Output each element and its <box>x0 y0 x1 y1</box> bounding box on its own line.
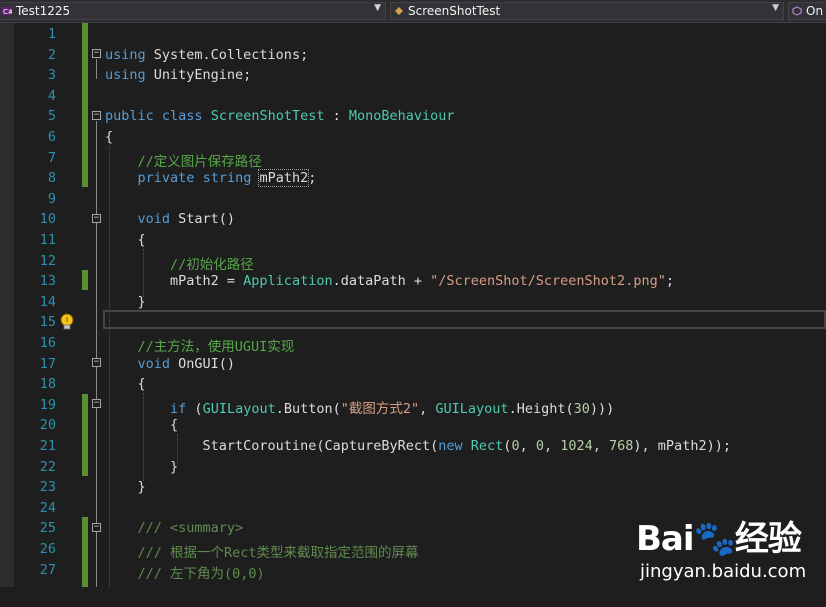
code-line[interactable]: private string mPath2; <box>105 169 316 188</box>
code-line[interactable]: { <box>105 376 146 392</box>
code-line[interactable]: /// 左下角为(0,0) <box>105 562 265 582</box>
line-number: 16 <box>39 335 56 351</box>
lightbulb-icon[interactable] <box>59 313 75 331</box>
line-number: 22 <box>39 458 56 475</box>
change-indicator <box>82 270 88 290</box>
watermark-logo: Bai🐾经验 <box>636 519 802 559</box>
line-number: 12 <box>39 252 56 269</box>
line-number: 14 <box>39 293 56 310</box>
chevron-down-icon: ▼ <box>772 3 779 13</box>
line-number: 9 <box>47 190 56 207</box>
line-number: 1 <box>47 26 56 42</box>
line-number: 21 <box>39 438 56 454</box>
line-number: 5 <box>47 108 56 125</box>
code-line[interactable]: } <box>105 294 146 310</box>
line-number: 7 <box>47 149 56 166</box>
fold-guide <box>96 59 97 79</box>
line-number: 23 <box>39 479 56 496</box>
project-dropdown[interactable]: C# Test1225 ▼ <box>0 2 386 20</box>
collapse-icon[interactable]: − <box>92 111 101 120</box>
code-line[interactable]: //主方法，使用UGUI实现 <box>105 335 295 355</box>
project-name: Test1225 <box>16 4 71 18</box>
line-number: 25 <box>39 520 56 537</box>
change-indicator <box>82 517 88 587</box>
baidu-jingyan-watermark: Bai🐾经验 jingyan.baidu.com <box>634 511 820 607</box>
glyph-margin <box>0 23 14 587</box>
member-dropdown[interactable]: On <box>788 2 826 20</box>
line-number: 20 <box>39 417 56 434</box>
code-line[interactable]: { <box>105 417 178 433</box>
line-number: 2 <box>47 46 56 63</box>
line-number: 6 <box>47 129 56 145</box>
collapse-icon[interactable]: − <box>92 49 101 58</box>
line-number: 11 <box>39 232 56 248</box>
csharp-project-icon: C# <box>2 7 12 16</box>
line-number: 13 <box>39 273 56 290</box>
collapse-icon[interactable]: − <box>92 358 101 367</box>
class-name: ScreenShotTest <box>408 4 501 18</box>
member-name: On <box>806 4 824 18</box>
code-editor[interactable]: 1 2 3 4 5 6 7 8 9 10 11 12 13 14 15 16 17 18 19 20 21 22 23 24 2… <box>0 23 826 587</box>
code-line[interactable]: mPath2 = Application.dataPath + "/Screen… <box>105 273 674 289</box>
collapse-icon[interactable]: − <box>92 523 101 532</box>
line-number: 24 <box>39 499 56 516</box>
code-line[interactable]: { <box>105 232 146 248</box>
class-icon <box>395 7 403 15</box>
line-number: 17 <box>39 355 56 372</box>
code-line[interactable]: /// 根据一个Rect类型来截取指定范围的屏幕 <box>105 541 419 561</box>
line-number: 26 <box>39 541 56 557</box>
collapse-icon[interactable]: − <box>92 399 101 408</box>
line-number: 3 <box>47 67 56 84</box>
line-number: 27 <box>39 561 56 578</box>
line-number: 4 <box>47 87 56 104</box>
code-line[interactable]: StartCoroutine(CaptureByRect(new Rect(0,… <box>105 438 731 454</box>
fold-guide <box>96 409 97 471</box>
code-line[interactable]: public class ScreenShotTest : MonoBehavi… <box>105 108 455 124</box>
chevron-down-icon: ▼ <box>374 3 381 13</box>
code-line[interactable]: if (GUILayout.Button("截图方式2", GUILayout.… <box>105 397 614 417</box>
line-number: 8 <box>47 170 56 187</box>
code-line[interactable]: { <box>105 129 113 145</box>
code-line[interactable]: //定义图片保存路径 <box>105 150 262 170</box>
code-line[interactable]: void Start() <box>105 211 236 227</box>
collapse-icon[interactable]: − <box>92 214 101 223</box>
code-line[interactable]: using System.Collections; <box>105 47 308 63</box>
code-line[interactable]: //初始化路径 <box>105 253 254 273</box>
code-line[interactable]: /// <summary> <box>105 520 244 536</box>
change-indicator <box>82 394 88 476</box>
navigation-bar: C# Test1225 ▼ ScreenShotTest ▼ On <box>0 0 826 23</box>
line-number: 10 <box>39 211 56 228</box>
fold-guide <box>96 224 97 306</box>
current-line-highlight <box>103 310 826 329</box>
code-line[interactable]: void OnGUI() <box>105 356 236 372</box>
line-number: 19 <box>39 396 56 413</box>
method-icon <box>792 6 802 16</box>
svg-text:C#: C# <box>3 8 12 16</box>
code-line[interactable]: } <box>105 459 178 475</box>
watermark-url: jingyan.baidu.com <box>640 561 807 582</box>
code-line[interactable]: } <box>105 479 146 495</box>
line-number: 15 <box>39 314 56 331</box>
line-number: 18 <box>39 376 56 393</box>
class-dropdown[interactable]: ScreenShotTest ▼ <box>390 2 784 20</box>
change-indicator <box>82 23 88 187</box>
fold-guide <box>96 121 97 587</box>
code-line[interactable]: using UnityEngine; <box>105 67 251 83</box>
